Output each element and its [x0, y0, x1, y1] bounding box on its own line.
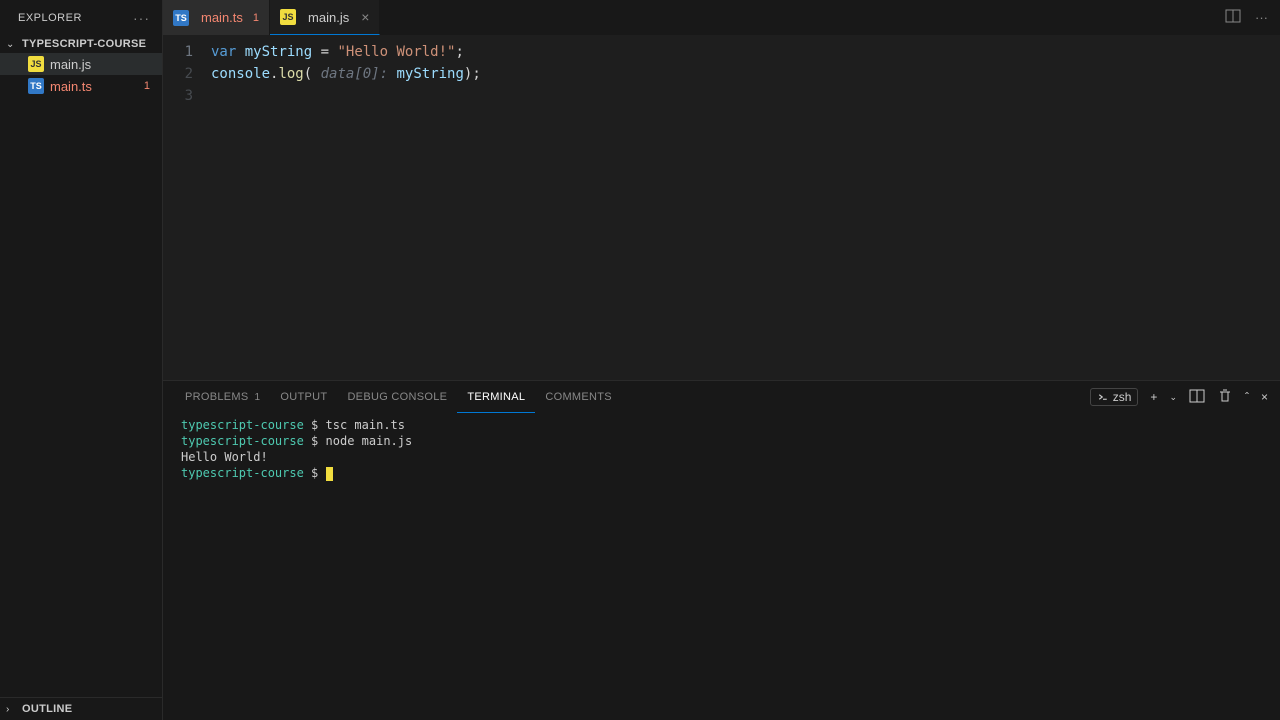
sidebar-header: EXPLORER ··· — [0, 0, 162, 35]
file-item-main-js[interactable]: JS main.js — [0, 53, 162, 75]
close-icon[interactable]: × — [361, 9, 369, 25]
outline-section[interactable]: › OUTLINE — [0, 697, 162, 720]
terminal-icon — [1097, 391, 1109, 403]
tab-error-badge: 1 — [253, 12, 259, 24]
tab-comments[interactable]: COMMENTS — [535, 381, 622, 413]
dropdown-icon[interactable]: ⌄ — [1169, 392, 1177, 403]
split-terminal-icon[interactable] — [1189, 388, 1205, 407]
ts-file-icon: TS — [28, 78, 44, 94]
chevron-down-icon: ⌄ — [6, 39, 22, 50]
error-badge: 1 — [144, 80, 150, 92]
panel-actions: zsh + ⌄ ˆ × — [1090, 388, 1268, 407]
ts-file-icon: TS — [173, 10, 189, 26]
terminal-line: typescript-course $ tsc main.ts — [181, 417, 1262, 433]
terminal-line: Hello World! — [181, 449, 1262, 465]
code-editor[interactable]: 1 2 3 var myString = "Hello World!"; con… — [163, 35, 1280, 380]
tab-output[interactable]: OUTPUT — [270, 381, 337, 413]
more-icon[interactable]: ··· — [1255, 10, 1268, 25]
shell-selector[interactable]: zsh — [1090, 388, 1139, 406]
js-file-icon: JS — [280, 9, 296, 25]
chevron-right-icon: › — [6, 704, 22, 715]
tab-label: main.js — [308, 10, 349, 25]
new-terminal-icon[interactable]: + — [1150, 390, 1157, 404]
terminal-output[interactable]: typescript-course $ tsc main.ts typescri… — [163, 413, 1280, 720]
explorer-sidebar: EXPLORER ··· ⌄ TYPESCRIPT-COURSE JS main… — [0, 0, 163, 720]
code-content: var myString = "Hello World!"; console.l… — [211, 41, 1280, 380]
editor-tabs: TS main.ts 1 JS main.js × ··· — [163, 0, 1280, 35]
main-area: TS main.ts 1 JS main.js × ··· 1 2 3 var … — [163, 0, 1280, 720]
file-label: main.ts — [50, 79, 92, 94]
line-number: 3 — [163, 85, 193, 107]
terminal-line: typescript-course $ node main.js — [181, 433, 1262, 449]
panel-tabs: PROBLEMS 1 OUTPUT DEBUG CONSOLE TERMINAL… — [163, 381, 1280, 413]
tab-main-js[interactable]: JS main.js × — [270, 0, 380, 35]
bottom-panel: PROBLEMS 1 OUTPUT DEBUG CONSOLE TERMINAL… — [163, 380, 1280, 720]
line-number: 1 — [163, 41, 193, 63]
terminal-cursor — [326, 467, 333, 481]
js-file-icon: JS — [28, 56, 44, 72]
tab-debug-console[interactable]: DEBUG CONSOLE — [337, 381, 457, 413]
problems-badge: 1 — [255, 392, 261, 403]
close-panel-icon[interactable]: × — [1261, 390, 1268, 404]
trash-icon[interactable] — [1217, 388, 1233, 407]
code-line — [211, 85, 1280, 107]
file-label: main.js — [50, 57, 91, 72]
terminal-line: typescript-course $ — [181, 465, 1262, 481]
folder-header[interactable]: ⌄ TYPESCRIPT-COURSE — [0, 35, 162, 53]
explorer-title: EXPLORER — [18, 12, 82, 24]
folder-name: TYPESCRIPT-COURSE — [22, 38, 146, 50]
chevron-up-icon[interactable]: ˆ — [1245, 390, 1249, 404]
tab-problems[interactable]: PROBLEMS 1 — [175, 381, 270, 413]
more-icon[interactable]: ··· — [133, 10, 150, 26]
line-gutter: 1 2 3 — [163, 41, 211, 380]
split-editor-icon[interactable] — [1225, 8, 1241, 27]
outline-label: OUTLINE — [22, 703, 72, 715]
tab-terminal[interactable]: TERMINAL — [457, 381, 535, 413]
tab-main-ts[interactable]: TS main.ts 1 — [163, 0, 270, 35]
editor-actions: ··· — [1225, 0, 1280, 35]
code-line: console.log( data[0]: myString); — [211, 63, 1280, 85]
code-line: var myString = "Hello World!"; — [211, 41, 1280, 63]
tab-label: main.ts — [201, 10, 243, 25]
line-number: 2 — [163, 63, 193, 85]
file-item-main-ts[interactable]: TS main.ts 1 — [0, 75, 162, 97]
